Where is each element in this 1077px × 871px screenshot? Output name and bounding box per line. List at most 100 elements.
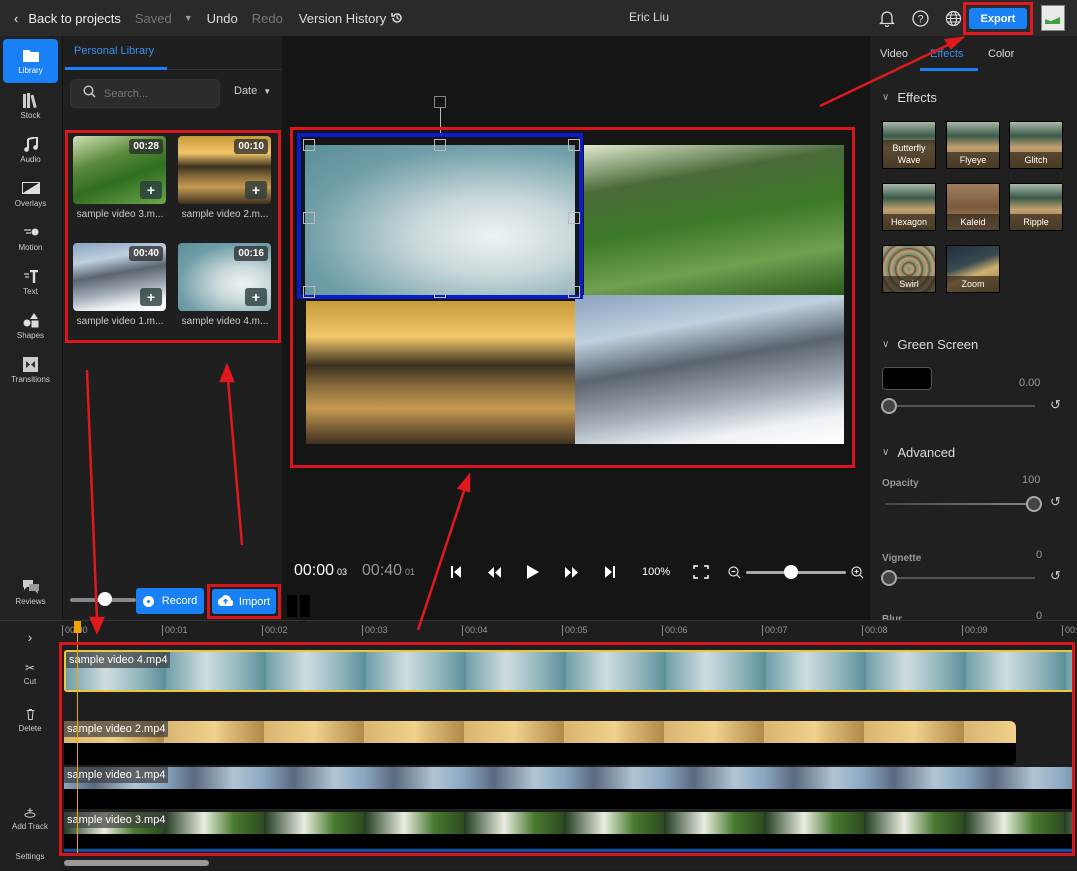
ruler-tick: 00:10 [1062,625,1077,636]
effects-section-header[interactable]: ∨ Effects [882,90,937,105]
export-button[interactable]: Export [969,8,1027,29]
fast-forward-icon[interactable] [563,564,579,580]
nav-reviews[interactable]: Reviews [3,570,58,614]
slider-knob[interactable] [1026,496,1042,512]
timeline-track[interactable]: sample video 2.mp4 [64,721,1016,765]
search-input[interactable] [104,87,204,100]
preview-zoom-slider[interactable] [746,565,846,579]
zoom-out-icon[interactable] [726,564,742,580]
nav-shapes[interactable]: Shapes [3,304,58,348]
slider-knob[interactable] [784,565,798,579]
zoom-percent[interactable]: 100% [642,566,670,578]
playhead-handle[interactable] [74,621,81,633]
reset-icon[interactable]: ↺ [1050,494,1061,510]
effect-hexagon[interactable]: Hexagon [882,183,936,231]
effect-glitch[interactable]: Glitch [1009,121,1063,169]
tab-video[interactable]: Video [880,48,908,60]
nav-motion[interactable]: Motion [3,216,58,260]
thumbnail-size-slider[interactable] [70,592,136,606]
opacity-label: Opacity [882,478,919,489]
avatar[interactable] [1041,5,1065,31]
reset-icon[interactable]: ↺ [1050,397,1061,413]
overlay-icon [21,180,40,196]
nav-library[interactable]: Library [3,39,58,83]
library-item-thumbnail[interactable]: 00:10 + [178,136,271,204]
slider-knob[interactable] [98,592,112,606]
redo-button[interactable]: Redo [252,11,283,26]
globe-icon[interactable] [943,8,963,28]
add-track-button[interactable]: Add Track [0,808,60,831]
slider-knob[interactable] [881,398,897,414]
expand-timeline-icon[interactable]: › [0,629,60,645]
add-to-timeline-button[interactable]: + [245,181,267,199]
saved-dropdown-icon[interactable]: ▼ [184,13,193,23]
effect-swirl[interactable]: Swirl [882,245,936,293]
zoom-in-icon[interactable] [849,564,865,580]
effect-zoom[interactable]: Zoom [946,245,1000,293]
timeline-scrollbar[interactable] [64,860,209,866]
nav-transitions[interactable]: Transitions [3,348,58,392]
advanced-section-header[interactable]: ∨ Advanced [882,445,955,460]
tab-personal-library[interactable]: Personal Library [63,36,283,70]
sort-dropdown[interactable]: Date ▼ [234,85,271,97]
saved-status: Saved [134,10,172,26]
search-box [70,79,220,108]
total-time: 00:40 01 [362,562,415,580]
play-icon[interactable] [525,564,541,580]
timeline-track[interactable]: sample video 4.mp4 [64,650,1074,692]
add-to-timeline-button[interactable]: + [245,288,267,306]
effect-butterfly-wave[interactable]: Butterfly Wave [882,121,936,169]
add-to-timeline-button[interactable]: + [140,181,162,199]
opacity-slider[interactable] [885,496,1042,512]
nav-label: Stock [20,111,41,120]
ruler-tick: 00:02 [262,625,288,636]
timeline-track[interactable]: sample video 1.mp4 [64,767,1074,809]
total-time-value: 00:40 [362,562,403,579]
effect-flyeye[interactable]: Flyeye [946,121,1000,169]
add-to-timeline-button[interactable]: + [140,288,162,306]
timeline-ruler[interactable]: 00:00 00:01 00:02 00:03 00:04 00:05 00:0… [62,621,1077,639]
rotate-handle[interactable] [434,96,446,108]
nav-audio[interactable]: Audio [3,128,58,172]
library-item-name: sample video 3.m... [76,209,164,220]
motion-icon [23,224,39,240]
tab-effects[interactable]: Effects [930,48,963,60]
cut-button[interactable]: ✂ Cut [0,661,60,686]
import-button[interactable]: Import [212,589,276,614]
ruler-tick: 00:04 [462,625,488,636]
back-label: Back to projects [28,10,121,26]
help-icon[interactable]: ? [910,8,930,28]
timeline-track[interactable]: sample video 3.mp4 [64,812,1074,854]
library-item-thumbnail[interactable]: 00:16 + [178,243,271,311]
record-button[interactable]: Record [136,588,204,614]
settings-button[interactable]: Settings [0,852,60,861]
library-item-thumbnail[interactable]: 00:28 + [73,136,166,204]
back-to-projects-button[interactable]: ‹ Back to projects [14,11,121,26]
reset-icon[interactable]: ↺ [1050,568,1061,584]
nav-stock[interactable]: Stock [3,84,58,128]
undo-button[interactable]: Undo [207,11,238,26]
green-screen-section-header[interactable]: ∨ Green Screen [882,337,978,352]
duration-badge: 00:10 [234,139,268,154]
delete-button[interactable]: Delete [0,709,60,733]
tab-color[interactable]: Color [988,48,1014,60]
bell-icon[interactable] [877,8,897,28]
nav-overlays[interactable]: Overlays [3,172,58,216]
green-screen-slider[interactable] [881,398,1035,414]
slider-knob[interactable] [881,570,897,586]
effect-kaleid[interactable]: Kaleid [946,183,1000,231]
nav-label: Shapes [16,331,45,340]
music-note-icon [23,136,38,152]
rewind-icon[interactable] [486,564,502,580]
skip-to-start-icon[interactable] [448,564,464,580]
record-icon [142,595,154,607]
nav-text[interactable]: Text [3,260,58,304]
effect-ripple[interactable]: Ripple [1009,183,1063,231]
vignette-slider[interactable] [881,570,1035,586]
fullscreen-icon[interactable] [693,564,709,580]
nav-label: Transitions [11,375,50,384]
library-item-thumbnail[interactable]: 00:40 + [73,243,166,311]
skip-to-end-icon[interactable] [602,564,618,580]
version-history-button[interactable]: Version History [299,11,404,26]
green-screen-color-picker[interactable] [882,367,932,390]
